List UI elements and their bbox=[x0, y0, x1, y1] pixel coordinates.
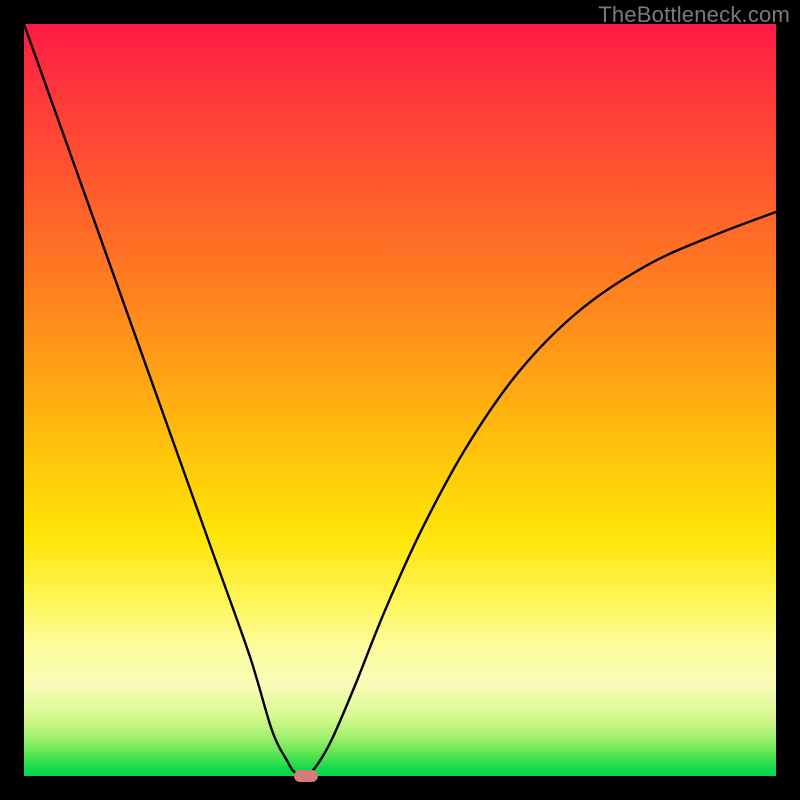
optimum-marker bbox=[294, 770, 318, 782]
chart-frame: TheBottleneck.com bbox=[0, 0, 800, 800]
plot-area bbox=[24, 24, 776, 776]
watermark-text: TheBottleneck.com bbox=[598, 2, 790, 28]
bottleneck-curve bbox=[24, 24, 776, 776]
